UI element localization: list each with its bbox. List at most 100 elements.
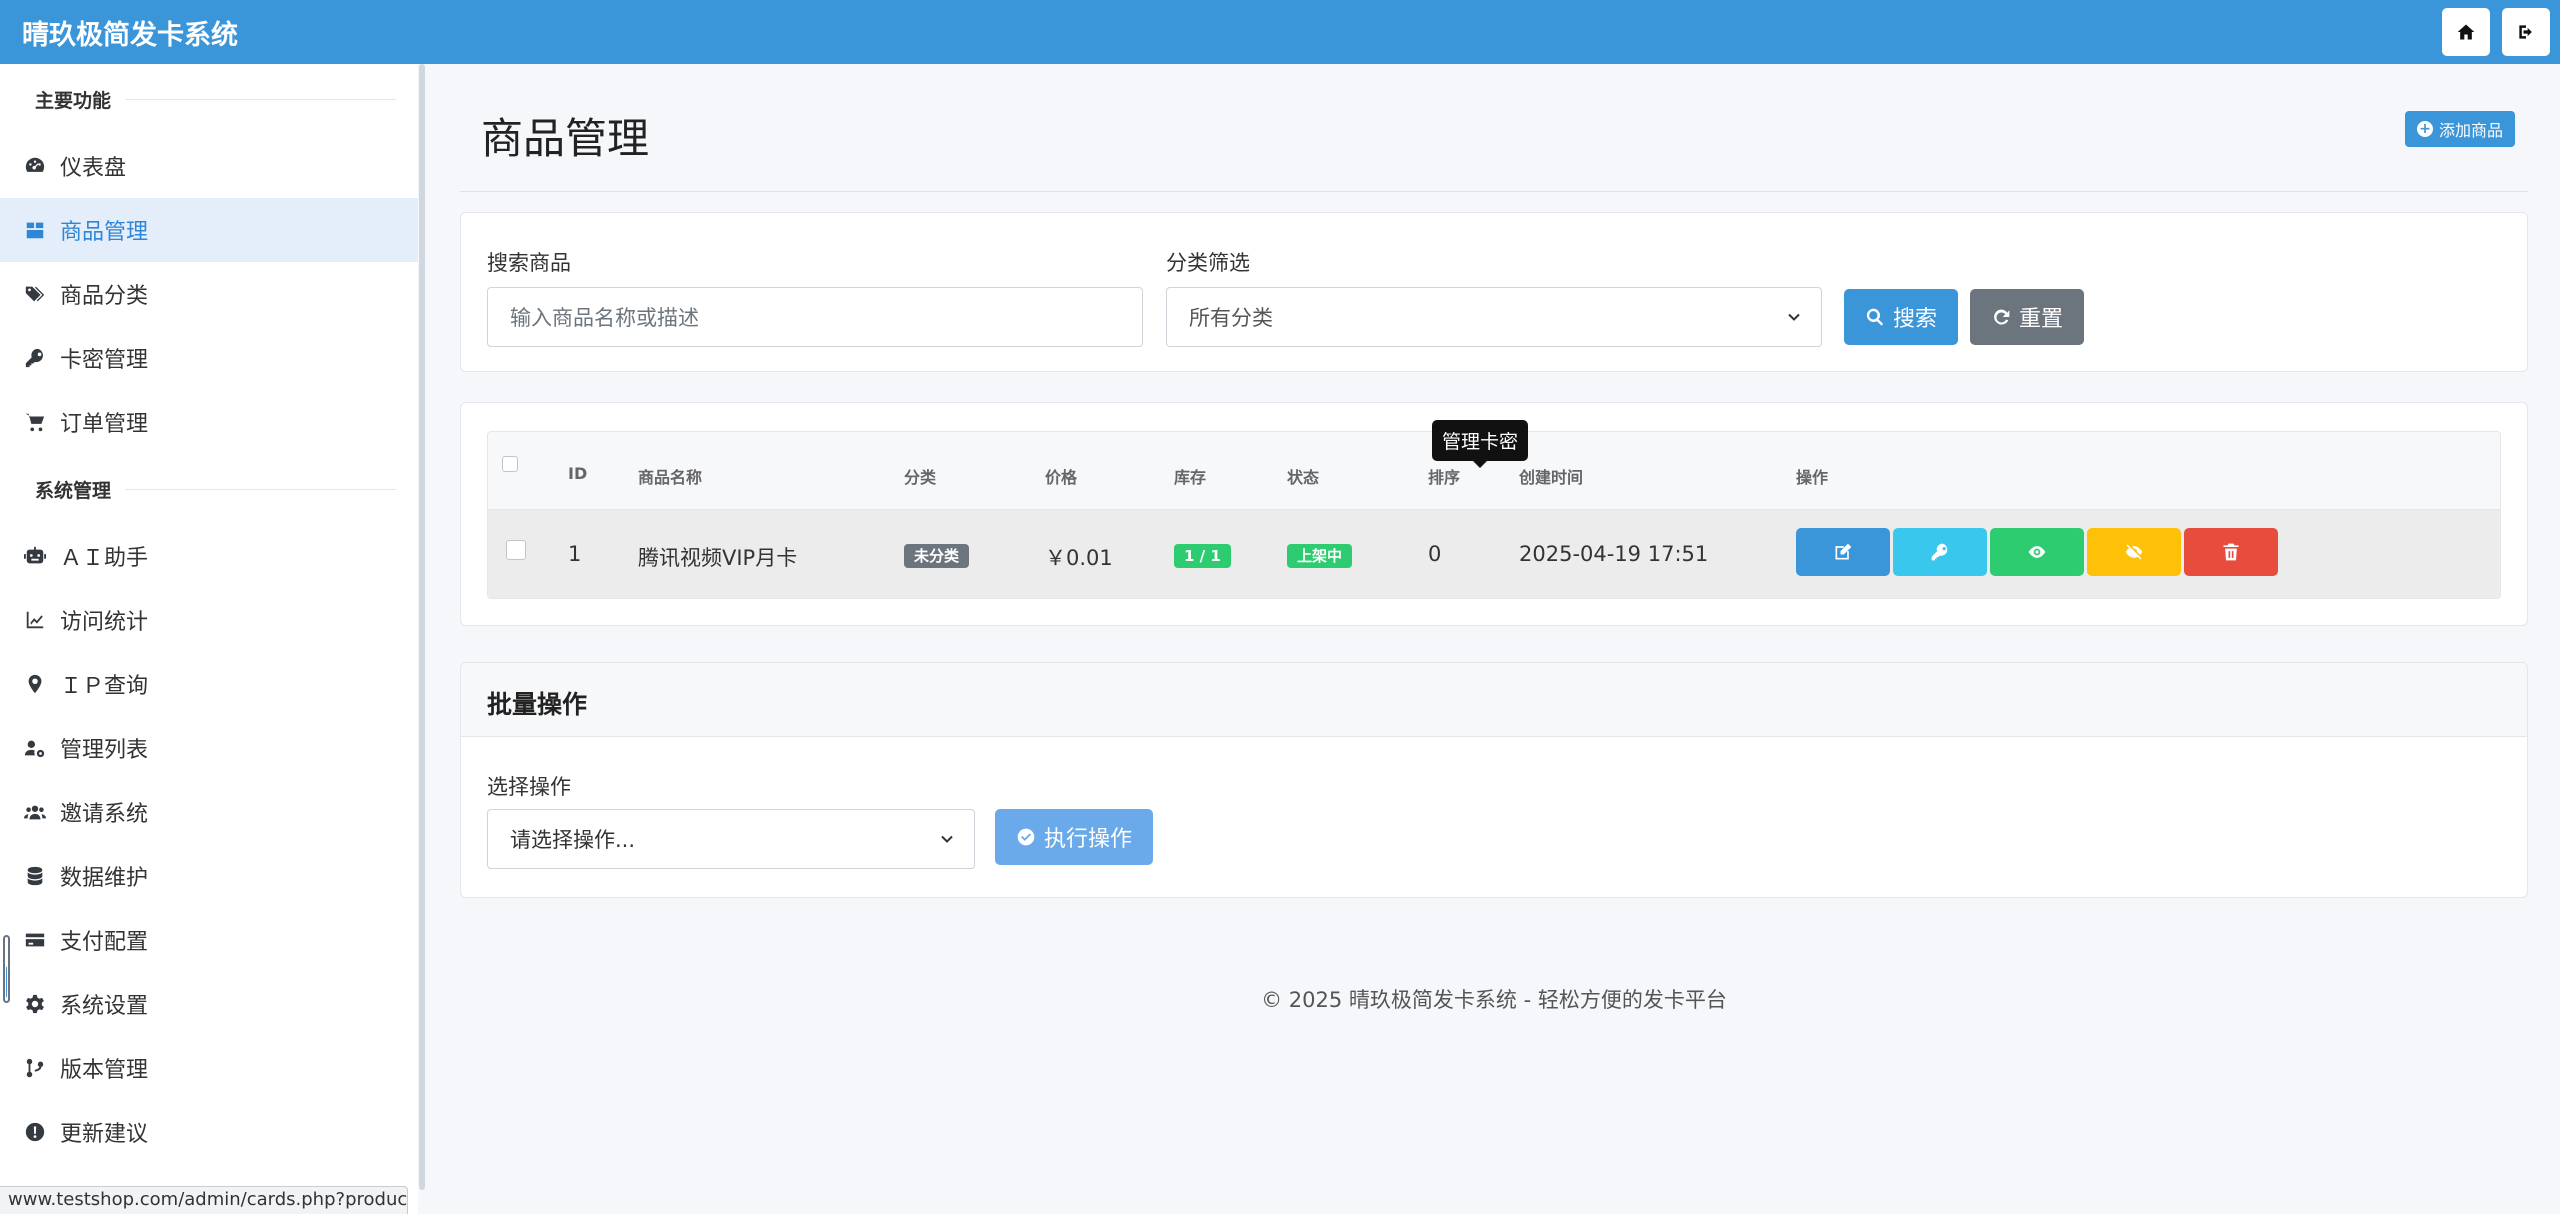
database-icon — [22, 863, 48, 889]
keyword-label: 搜索商品 — [487, 251, 571, 275]
check-circle-icon — [1017, 828, 1035, 846]
sidebar-item-settings[interactable]: 系统设置 — [0, 972, 418, 1036]
sidebar-item-data[interactable]: 数据维护 — [0, 844, 418, 908]
col-stock: 库存 — [1174, 468, 1207, 487]
sidebar-item-ip[interactable]: ＩＰ查询 — [0, 652, 418, 716]
sidebar-item-label: ＩＰ查询 — [60, 674, 149, 699]
trash-icon — [2223, 543, 2239, 561]
map-marker-icon — [22, 671, 48, 697]
search-input[interactable]: 输入商品名称或描述 — [487, 287, 1143, 347]
category-label: 分类筛选 — [1166, 251, 1250, 275]
delete-button[interactable] — [2184, 528, 2278, 576]
sidebar-item-label: ＡＩ助手 — [60, 546, 149, 571]
add-product-button[interactable]: + 添加商品 — [2404, 110, 2515, 147]
toggle-visibility-button[interactable] — [2087, 528, 2181, 576]
batch-select-label: 选择操作 — [487, 775, 571, 799]
section-title: 系统管理 — [35, 479, 112, 502]
users-icon — [22, 799, 48, 825]
edit-icon — [1835, 543, 1852, 560]
sidebar-item-ai[interactable]: ＡＩ助手 — [0, 524, 418, 588]
col-status: 状态 — [1287, 468, 1320, 487]
sidebar-item-label: 仪表盘 — [60, 156, 127, 181]
sidebar-item-products[interactable]: 商品管理 — [0, 198, 418, 262]
page-title: 商品管理 — [481, 114, 650, 163]
col-created: 创建时间 — [1519, 468, 1584, 487]
sidebar-item-label: 更新建议 — [60, 1122, 149, 1147]
app-title[interactable]: 晴玖极简发卡系统 — [22, 13, 238, 52]
plus-circle-icon: + — [2416, 120, 2433, 137]
sidebar-item-admins[interactable]: 管理列表 — [0, 716, 418, 780]
key-icon — [1931, 543, 1948, 561]
logout-button[interactable] — [2502, 8, 2550, 56]
tags-icon — [22, 281, 48, 307]
col-name: 商品名称 — [638, 468, 703, 487]
execute-button-label: 执行操作 — [1043, 827, 1132, 852]
cell-sort: 0 — [1428, 542, 1442, 566]
status-badge: 上架中 — [1287, 544, 1353, 568]
execute-button[interactable]: 执行操作 — [995, 809, 1153, 865]
home-button[interactable] — [2442, 8, 2490, 56]
sidebar-item-invite[interactable]: 邀请系统 — [0, 780, 418, 844]
sidebar-item-label: 卡密管理 — [60, 348, 149, 373]
reset-button[interactable]: 重置 — [1970, 289, 2084, 345]
category-select-value: 所有分类 — [1189, 306, 1273, 330]
sidebar-scroll-thumb[interactable] — [3, 935, 10, 1003]
sidebar-item-suggest[interactable]: 更新建议 — [0, 1100, 418, 1164]
eye-icon — [2028, 546, 2046, 558]
page-header: 商品管理 + 添加商品 — [460, 64, 2528, 192]
key-icon — [22, 345, 48, 371]
sidebar-scrollbar[interactable] — [419, 64, 425, 1190]
sidebar-item-version[interactable]: 版本管理 — [0, 1036, 418, 1100]
sidebar-item-label: 访问统计 — [60, 610, 149, 635]
col-category: 分类 — [904, 468, 937, 487]
col-actions: 操作 — [1796, 468, 1829, 487]
category-select[interactable]: 所有分类 — [1166, 287, 1822, 347]
table-row: 1 腾讯视频VIP月卡 未分类 ￥0.01 1 / 1 上架中 0 2025-0… — [488, 510, 2500, 598]
sidebar-item-label: 商品分类 — [60, 284, 149, 309]
search-icon — [1866, 308, 1884, 326]
chart-line-icon — [22, 607, 48, 633]
sidebar-item-label: 商品管理 — [60, 220, 149, 245]
row-checkbox[interactable] — [506, 540, 526, 560]
eye-slash-icon — [2125, 544, 2143, 560]
sidebar-item-label: 系统设置 — [60, 994, 149, 1019]
chevron-down-icon — [1788, 313, 1800, 321]
section-title: 主要功能 — [35, 89, 112, 112]
status-url-bar: www.testshop.com/admin/cards.php?product… — [0, 1186, 408, 1214]
sidebar-item-stats[interactable]: 访问统计 — [0, 588, 418, 652]
sidebar-section-system: 系统管理 — [0, 454, 418, 524]
sidebar-item-dashboard[interactable]: 仪表盘 — [0, 134, 418, 198]
top-navbar: 晴玖极简发卡系统 — [0, 0, 2560, 64]
edit-button[interactable] — [1796, 528, 1890, 576]
gear-icon — [22, 991, 48, 1017]
sidebar-item-label: 版本管理 — [60, 1058, 149, 1083]
home-icon — [2457, 24, 2475, 40]
box-icon — [22, 217, 48, 243]
sidebar-section-main: 主要功能 — [0, 64, 418, 134]
batch-select[interactable]: 请选择操作... — [487, 809, 975, 869]
batch-title: 批量操作 — [461, 663, 2527, 737]
sign-out-icon — [2519, 25, 2532, 39]
refresh-icon — [1994, 309, 2010, 325]
sidebar-item-cards[interactable]: 卡密管理 — [0, 326, 418, 390]
sidebar-item-orders[interactable]: 订单管理 — [0, 390, 418, 454]
footer-text: © 2025 晴玖极简发卡系统 - 轻松方便的发卡平台 — [1261, 988, 1727, 1012]
col-id: ID — [568, 464, 588, 483]
sidebar-item-label: 支付配置 — [60, 930, 149, 955]
sidebar-item-label: 订单管理 — [60, 412, 149, 437]
chevron-down-icon — [941, 835, 953, 843]
main-content: 商品管理 + 添加商品 搜索商品 输入商品名称或描述 分类筛选 所有分类 搜索 … — [460, 64, 2528, 1012]
view-button[interactable] — [1990, 528, 2084, 576]
tooltip: 管理卡密 — [1432, 420, 1529, 468]
batch-select-value: 请选择操作... — [510, 828, 636, 852]
sidebar-item-label: 邀请系统 — [60, 802, 149, 827]
select-all-checkbox[interactable] — [502, 456, 518, 472]
stock-badge: 1 / 1 — [1174, 544, 1231, 568]
category-badge: 未分类 — [904, 544, 970, 568]
search-button[interactable]: 搜索 — [1844, 289, 1958, 345]
col-sort: 排序 — [1428, 468, 1461, 487]
manage-cards-button[interactable] — [1893, 528, 1987, 576]
sidebar-item-payment[interactable]: 支付配置 — [0, 908, 418, 972]
cart-icon — [22, 409, 48, 435]
sidebar-item-categories[interactable]: 商品分类 — [0, 262, 418, 326]
